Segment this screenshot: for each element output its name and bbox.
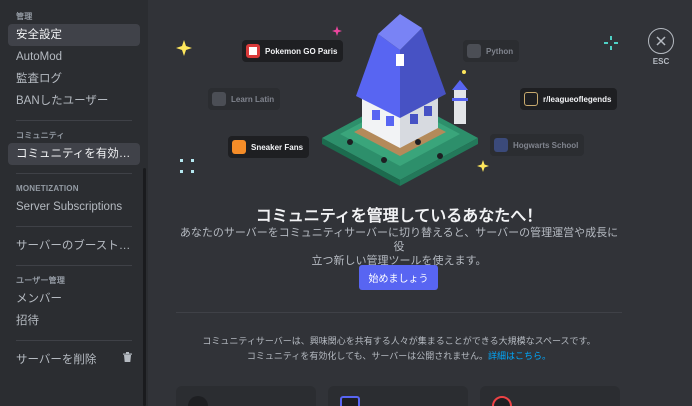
trash-icon <box>123 349 132 371</box>
sidebar-item-invites[interactable]: 招待 <box>8 310 140 332</box>
esc-label: ESC <box>652 57 670 66</box>
sparkle-icon <box>180 159 194 173</box>
sidebar-item-safety[interactable]: 安全設定 <box>8 24 140 46</box>
sidebar-item-server-subscriptions[interactable]: Server Subscriptions <box>8 196 140 218</box>
sparkle-icon <box>176 40 192 56</box>
sidebar-scrollbar[interactable] <box>143 168 146 406</box>
settings-sidebar: 管理 安全設定 AutoMod 監査ログ BANしたユーザー コミュニティ コミ… <box>0 0 148 406</box>
python-icon <box>467 44 481 58</box>
section-header-user-management: ユーザー管理 <box>16 276 66 285</box>
sidebar-item-members[interactable]: メンバー <box>8 288 140 310</box>
sidebar-item-automod[interactable]: AutoMod <box>8 46 140 68</box>
sidebar-item-bans[interactable]: BANしたユーザー <box>8 90 140 112</box>
server-pill-python: Python <box>463 40 520 62</box>
sidebar-item-audit-log[interactable]: 監査ログ <box>8 68 140 90</box>
close-icon <box>656 36 666 46</box>
sidebar-divider <box>16 340 132 341</box>
feature-icon <box>340 396 360 406</box>
sidebar-divider <box>16 173 132 174</box>
delete-server-label: サーバーを削除 <box>16 354 97 366</box>
server-pill-pokemon: Pokemon GO Paris <box>242 40 344 62</box>
sparkle-icon <box>477 160 489 172</box>
pokeball-icon <box>246 44 260 58</box>
sparkle-icon <box>604 36 618 50</box>
content-divider <box>176 312 622 313</box>
sidebar-divider <box>16 265 132 266</box>
community-house-illustration <box>322 14 478 186</box>
feature-icon <box>188 396 208 406</box>
section-header-monetization: MONETIZATION <box>16 184 79 193</box>
server-pill-sneaker: Sneaker Fans <box>228 136 310 158</box>
get-started-button[interactable]: 始めましょう <box>359 265 438 290</box>
server-pill-learn-latin: Learn Latin <box>208 88 281 110</box>
close-button[interactable] <box>648 28 674 54</box>
sparkle-icon <box>462 70 466 74</box>
feature-card <box>328 386 468 406</box>
league-icon <box>524 92 538 106</box>
sidebar-item-boost-status[interactable]: サーバーのブースト状態 <box>8 235 140 257</box>
community-info-text: コミュニティサーバーは、興味関心を共有する人々が集まることができる大規模なスペー… <box>202 336 596 361</box>
section-header-community: コミュニティ <box>16 131 65 140</box>
section-header-admin: 管理 <box>16 12 33 21</box>
server-pill-league: r/leagueoflegends <box>520 88 618 110</box>
castle-icon <box>494 138 508 152</box>
statue-icon <box>212 92 226 106</box>
learn-more-link[interactable]: 詳細はこちら。 <box>488 351 551 361</box>
shoe-icon <box>232 140 246 154</box>
sidebar-item-enable-community[interactable]: コミュニティを有効にする <box>8 143 140 165</box>
sidebar-item-delete-server[interactable]: サーバーを削除 <box>8 349 140 371</box>
page-title: コミュニティを管理しているあなたへ！ <box>255 208 543 225</box>
server-pill-hogwarts: Hogwarts School <box>490 134 585 156</box>
sparkle-icon <box>332 26 342 36</box>
feature-icon <box>492 396 512 406</box>
feature-card <box>480 386 620 406</box>
feature-card <box>176 386 316 406</box>
sidebar-divider <box>16 120 132 121</box>
sidebar-divider <box>16 226 132 227</box>
page-description: あなたのサーバーをコミュニティサーバーに切り替えると、サーバーの管理運営や成長に… <box>179 227 619 267</box>
